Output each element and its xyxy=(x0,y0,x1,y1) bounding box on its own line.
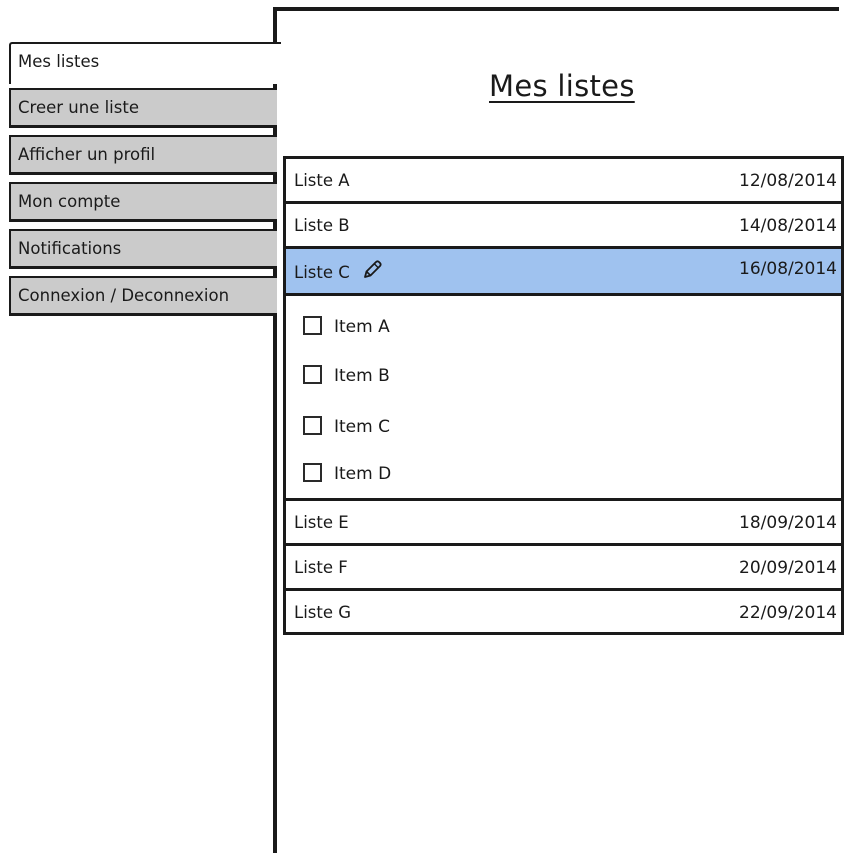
tab-label: Mes listes xyxy=(18,52,100,71)
list-item[interactable]: Item D xyxy=(303,462,391,486)
tab-label: Mon compte xyxy=(18,192,121,211)
list-name-group: Liste C xyxy=(294,259,383,282)
list-date: 18/09/2014 xyxy=(739,513,837,533)
list-item[interactable]: Item A xyxy=(303,315,390,339)
tab-label: Creer une liste xyxy=(18,98,139,117)
item-checkbox[interactable] xyxy=(303,416,322,435)
list-row-liste-c[interactable]: Liste C 16/08/2014 xyxy=(286,246,841,296)
tab-mon-compte[interactable]: Mon compte xyxy=(9,182,277,222)
app-window: Mes listes Mes listes Creer une liste Af… xyxy=(0,0,845,853)
tab-notifications[interactable]: Notifications xyxy=(9,229,277,269)
list-name: Liste A xyxy=(294,171,350,190)
list-date: 22/09/2014 xyxy=(739,603,837,623)
pencil-icon[interactable] xyxy=(361,259,383,281)
list-row-liste-g[interactable]: Liste G 22/09/2014 xyxy=(286,591,841,636)
item-label: Item B xyxy=(334,366,390,386)
tab-afficher-un-profil[interactable]: Afficher un profil xyxy=(9,135,277,175)
list-name: Liste F xyxy=(294,558,348,577)
list-row-liste-b[interactable]: Liste B 14/08/2014 xyxy=(286,204,841,249)
list-item[interactable]: Item B xyxy=(303,364,390,388)
tab-label: Notifications xyxy=(18,239,122,258)
page-title: Mes listes xyxy=(489,69,635,103)
list-row-liste-e[interactable]: Liste E 18/09/2014 xyxy=(286,501,841,546)
tab-label: Connexion / Deconnexion xyxy=(18,286,230,305)
list-name: Liste C xyxy=(294,263,350,282)
list-date: 16/08/2014 xyxy=(739,259,837,279)
lists-table: Liste A 12/08/2014 Liste B 14/08/2014 Li… xyxy=(283,156,844,635)
list-date: 20/09/2014 xyxy=(739,558,837,578)
item-label: Item C xyxy=(334,417,390,437)
tab-creer-une-liste[interactable]: Creer une liste xyxy=(9,88,277,128)
item-checkbox[interactable] xyxy=(303,316,322,335)
list-row-liste-f[interactable]: Liste F 20/09/2014 xyxy=(286,546,841,591)
list-row-liste-a[interactable]: Liste A 12/08/2014 xyxy=(286,159,841,204)
tab-mes-listes[interactable]: Mes listes xyxy=(9,42,281,84)
item-checkbox[interactable] xyxy=(303,365,322,384)
tab-connexion-deconnexion[interactable]: Connexion / Deconnexion xyxy=(9,276,277,316)
list-date: 12/08/2014 xyxy=(739,171,837,191)
sidebar-tabs: Mes listes Creer une liste Afficher un p… xyxy=(9,42,281,323)
list-name: Liste E xyxy=(294,513,349,532)
expanded-items: Item A Item B Item C Item D xyxy=(286,296,841,501)
tab-label: Afficher un profil xyxy=(18,145,156,164)
item-label: Item A xyxy=(334,317,390,337)
list-item[interactable]: Item C xyxy=(303,415,390,439)
list-name: Liste G xyxy=(294,603,352,622)
item-checkbox[interactable] xyxy=(303,463,322,482)
item-label: Item D xyxy=(334,464,392,484)
list-date: 14/08/2014 xyxy=(739,216,837,236)
list-name: Liste B xyxy=(294,216,350,235)
